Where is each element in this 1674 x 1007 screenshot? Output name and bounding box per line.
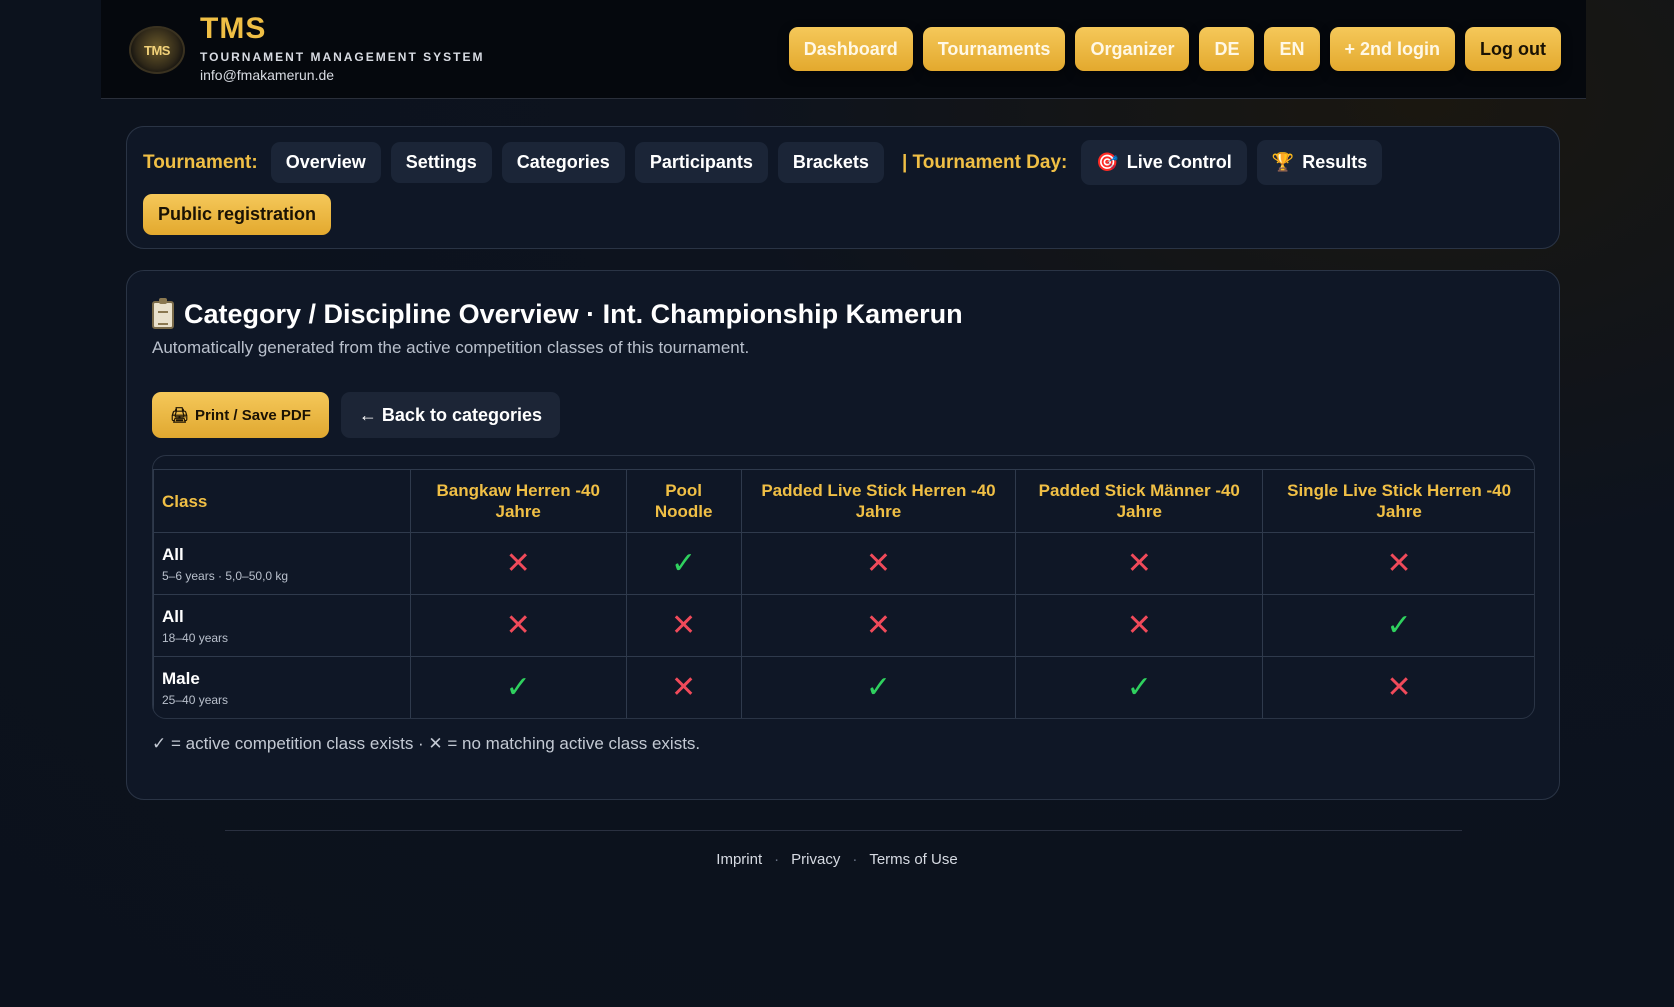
column-header: Padded Stick Männer -40 Jahre <box>1015 469 1264 533</box>
class-cell: Male 25–40 years <box>153 656 411 718</box>
status-cell: ✓ <box>740 656 1017 718</box>
class-meta: 5–6 years · 5,0–50,0 kg <box>162 568 289 583</box>
nav-dashboard-button[interactable]: Dashboard <box>788 27 913 71</box>
page-title-text: Category / Discipline Overview · Int. Ch… <box>184 299 963 329</box>
tab-categories[interactable]: Categories <box>501 142 625 183</box>
back-to-categories-button[interactable]: ← Back to categories <box>340 392 560 438</box>
class-meta: 25–40 years <box>162 692 229 707</box>
column-header: Single Live Stick Herren -40 Jahre <box>1262 469 1534 533</box>
tab-live-control[interactable]: 🎯 Live Control <box>1081 140 1247 185</box>
column-header-class: Class <box>153 469 411 533</box>
class-cell: All 5–6 years · 5,0–50,0 kg <box>153 532 411 595</box>
column-header: Pool Noodle <box>625 469 742 533</box>
footer-imprint-link[interactable]: Imprint <box>716 851 762 868</box>
tournament-day-label: | Tournament Day: <box>901 151 1068 173</box>
overview-table-wrap: Class Bangkaw Herren -40 Jahre Pool Nood… <box>152 455 1535 719</box>
tms-logo-icon[interactable]: TMS <box>129 26 185 74</box>
status-cell: ✕ <box>1262 656 1534 718</box>
tab-settings[interactable]: Settings <box>390 142 492 183</box>
page-title: Category / Discipline Overview · Int. Ch… <box>152 297 963 330</box>
tournament-tabs-panel: Tournament: Overview Settings Categories… <box>126 126 1560 249</box>
footer-privacy-link[interactable]: Privacy <box>791 851 840 868</box>
tab-participants[interactable]: Participants <box>634 142 768 183</box>
tabs-row: Tournament: Overview Settings Categories… <box>143 140 1383 185</box>
footer-separator: · <box>774 851 780 868</box>
table-row: All 5–6 years · 5,0–50,0 kg ✕ ✓ ✕ ✕ ✕ <box>153 532 1534 595</box>
table-header-row: Class Bangkaw Herren -40 Jahre Pool Nood… <box>153 469 1534 533</box>
status-cell: ✕ <box>740 532 1017 595</box>
class-name: All <box>162 544 184 564</box>
status-cell: ✓ <box>625 532 742 595</box>
print-save-pdf-button[interactable]: 🖨 Print / Save PDF <box>152 392 329 438</box>
footer-terms-link[interactable]: Terms of Use <box>869 851 957 868</box>
tab-overview[interactable]: Overview <box>270 142 381 183</box>
table-row: All 18–40 years ✕ ✕ ✕ ✕ ✓ <box>153 594 1534 657</box>
status-cell: ✕ <box>1015 532 1264 595</box>
tournament-label: Tournament: <box>143 151 258 173</box>
brand-title: TMS <box>200 12 267 45</box>
nav-tournaments-button[interactable]: Tournaments <box>922 27 1066 71</box>
status-cell: ✕ <box>1262 532 1534 595</box>
main-nav: Dashboard Tournaments Organizer DE EN + … <box>788 27 1561 71</box>
footer-divider <box>225 830 1462 831</box>
lang-de-button[interactable]: DE <box>1199 27 1255 71</box>
status-cell: ✕ <box>625 656 742 718</box>
trophy-icon: 🏆 <box>1271 152 1295 172</box>
logout-button[interactable]: Log out <box>1465 27 1561 71</box>
class-cell: All 18–40 years <box>153 594 411 657</box>
nav-organizer-button[interactable]: Organizer <box>1075 27 1190 71</box>
page-subtitle: Automatically generated from the active … <box>152 338 750 357</box>
class-name: Male <box>162 668 200 688</box>
footer-separator: · <box>852 851 858 868</box>
status-cell: ✕ <box>1015 594 1264 657</box>
brand-email: info@fmakamerun.de <box>200 67 335 83</box>
top-bar: TMS TMS TOURNAMENT MANAGEMENT SYSTEM inf… <box>101 0 1586 99</box>
status-cell: ✕ <box>409 532 627 595</box>
status-cell: ✓ <box>1262 594 1534 657</box>
overview-table: Class Bangkaw Herren -40 Jahre Pool Nood… <box>153 469 1534 718</box>
lang-en-button[interactable]: EN <box>1264 27 1320 71</box>
print-label: Print / Save PDF <box>195 406 311 424</box>
clipboard-icon <box>152 297 174 329</box>
tab-results[interactable]: 🏆 Results <box>1256 140 1383 185</box>
tab-brackets[interactable]: Brackets <box>777 142 884 183</box>
column-header: Bangkaw Herren -40 Jahre <box>409 469 627 533</box>
tab-live-control-label: Live Control <box>1126 152 1232 172</box>
class-meta: 18–40 years <box>162 630 229 645</box>
logo-text: TMS <box>144 42 170 58</box>
target-icon: 🎯 <box>1096 152 1119 172</box>
status-cell: ✕ <box>409 594 627 657</box>
status-cell: ✓ <box>1015 656 1264 718</box>
class-name: All <box>162 606 184 626</box>
second-login-button[interactable]: + 2nd login <box>1329 27 1456 71</box>
tab-results-label: Results <box>1302 152 1368 172</box>
footer: Imprint · Privacy · Terms of Use <box>0 851 1674 868</box>
status-cell: ✓ <box>409 656 627 718</box>
table-legend: ✓ = active competition class exists · ✕ … <box>152 734 701 753</box>
status-cell: ✕ <box>625 594 742 657</box>
brand-subtitle: TOURNAMENT MANAGEMENT SYSTEM <box>200 50 485 64</box>
category-overview-panel: Category / Discipline Overview · Int. Ch… <box>126 270 1560 800</box>
column-header: Padded Live Stick Herren -40 Jahre <box>740 469 1017 533</box>
action-row: 🖨 Print / Save PDF ← Back to categories <box>152 392 560 438</box>
printer-icon: 🖨 <box>170 407 190 424</box>
public-registration-button[interactable]: Public registration <box>143 194 332 235</box>
table-row: Male 25–40 years ✓ ✕ ✓ ✓ ✕ <box>153 656 1534 718</box>
status-cell: ✕ <box>740 594 1017 657</box>
